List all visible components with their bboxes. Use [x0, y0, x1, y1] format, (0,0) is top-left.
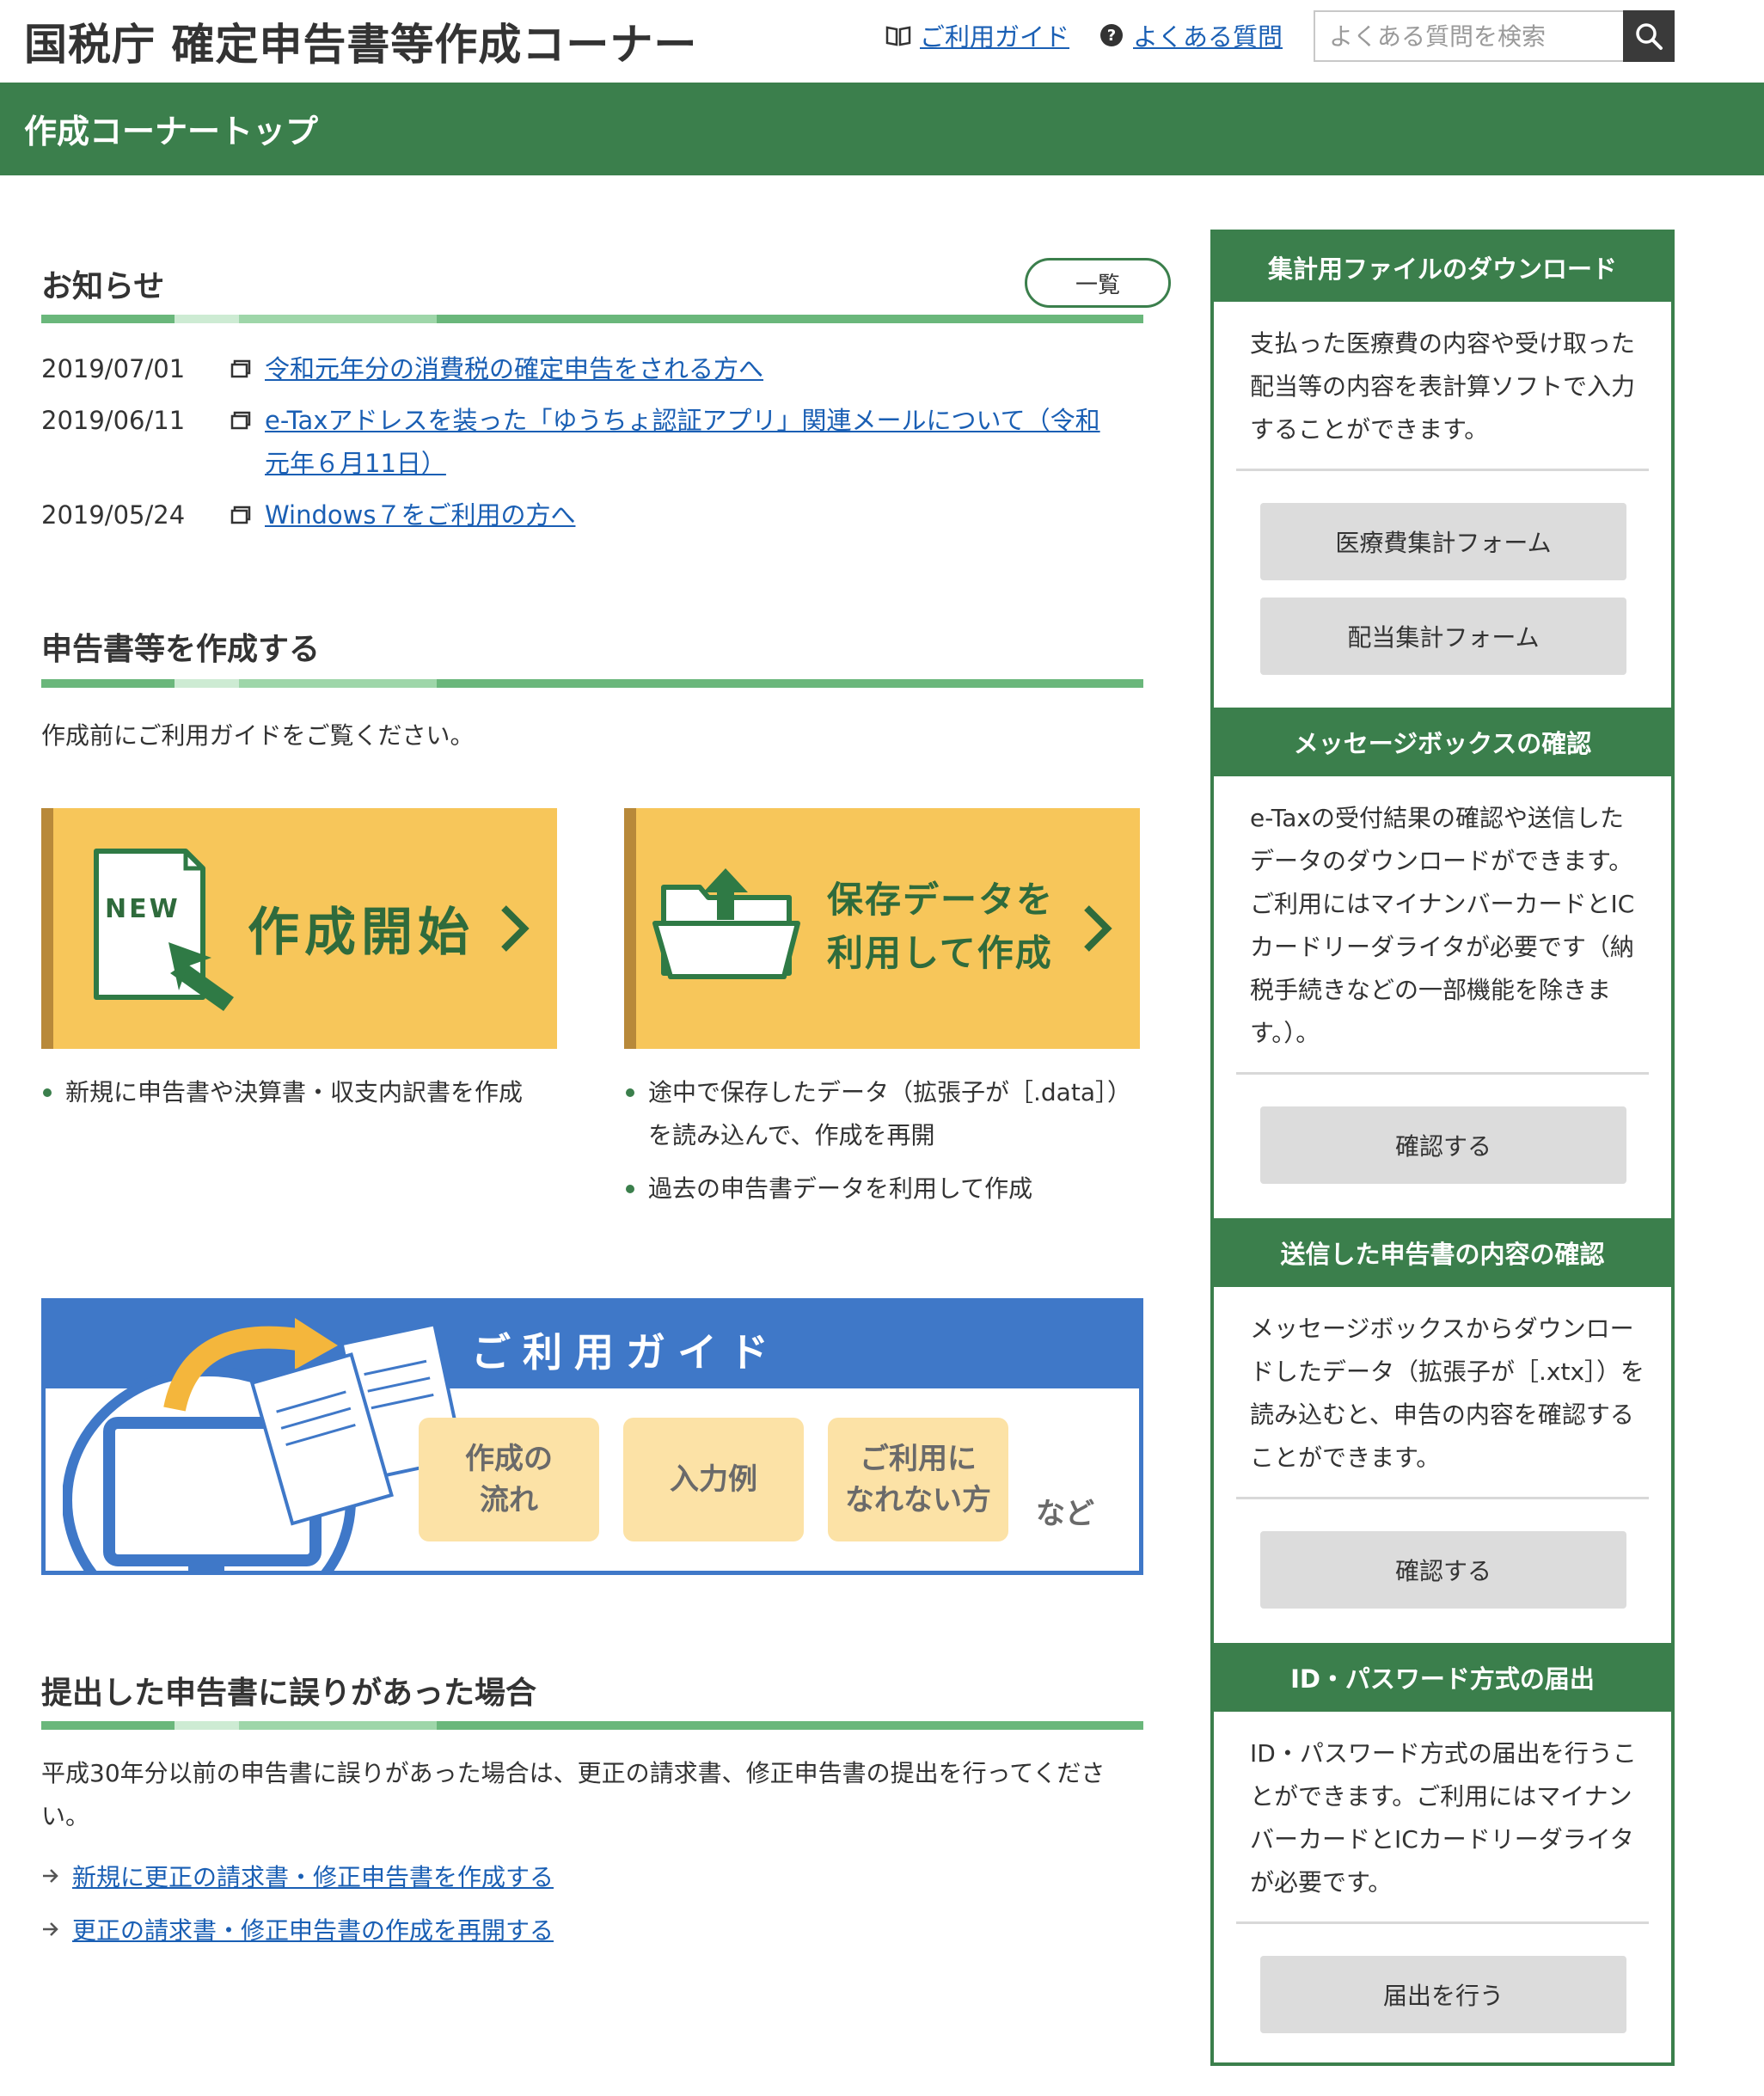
- new-document-icon: [94, 849, 234, 1011]
- sidebar-divider: [1236, 1497, 1649, 1499]
- faq-link[interactable]: ? よくある質問: [1099, 17, 1283, 53]
- section-divider: [41, 679, 1143, 688]
- news-item: 2019/07/01 令和元年分の消費税の確定申告をされる方へ: [41, 347, 1124, 390]
- saved-data-label: 保存データを 利用して作成: [827, 873, 1054, 980]
- arrow-right-icon: [43, 1869, 58, 1883]
- start-create-button[interactable]: NEW 作成開始: [41, 808, 557, 1049]
- saved-data-label-line1: 保存データを: [827, 879, 1055, 921]
- resume-correction-link[interactable]: 更正の請求書・修正申告書の作成を再開する: [41, 1912, 554, 1946]
- section-divider: [41, 1721, 1143, 1730]
- create-lead: 作成前にご利用ガイドをご覧ください。: [41, 721, 475, 750]
- sent-return-confirm-button[interactable]: 確認する: [1260, 1531, 1626, 1609]
- correction-text: 平成30年分以前の申告書に誤りがあった場合は、更正の請求書、修正申告書の提出を行…: [41, 1759, 1106, 1830]
- sidebar-heading-messagebox: メッセージボックスの確認: [1214, 708, 1671, 776]
- saved-bullets: 途中で保存したデータ（拡張子が［.data］）を読み込んで、作成を再開 過去の申…: [624, 1071, 1143, 1210]
- guide-link-label: ご利用ガイド: [920, 22, 1070, 52]
- saved-data-label-line2: 利用して作成: [827, 932, 1053, 974]
- guide-tile-beginners: ご利用に なれない方: [828, 1418, 1008, 1541]
- sidebar-heading-download: 集計用ファイルのダウンロード: [1214, 233, 1671, 302]
- guide-tile-line: なれない方: [845, 1483, 991, 1517]
- news-link[interactable]: 令和元年分の消費税の確定申告をされる方へ: [265, 347, 1124, 390]
- site-header: 国税庁 確定申告書等作成コーナー ご利用ガイド ? よくある質問: [0, 0, 1764, 83]
- sidebar-text: メッセージボックスからダウンロードしたデータ（拡張子が［.xtx］）を読み込むと…: [1250, 1315, 1645, 1472]
- arrow-right-icon: [43, 1922, 58, 1936]
- guide-tile-line: 流れ: [480, 1483, 538, 1517]
- sidebar-divider: [1236, 1921, 1649, 1924]
- news-link[interactable]: Windows７をご利用の方へ: [265, 493, 1124, 536]
- window-icon: [230, 347, 265, 390]
- guide-tile-line: ご利用に: [860, 1442, 977, 1476]
- sidebar: 集計用ファイルのダウンロード 支払った医療費の内容や受け取った配当等の内容を表計…: [1210, 230, 1675, 2066]
- svg-text:?: ?: [1107, 27, 1116, 45]
- sidebar-divider: [1236, 1072, 1649, 1075]
- faq-link-label: よくある質問: [1133, 22, 1283, 52]
- sidebar-text: ID・パスワード方式の届出を行うことができます。ご利用にはマイナンバーカードとI…: [1250, 1739, 1637, 1897]
- section-divider: [41, 315, 1143, 323]
- chevron-right-icon: [501, 905, 530, 952]
- news-date: 2019/06/11: [41, 406, 186, 435]
- news-item: 2019/05/24 Windows７をご利用の方へ: [41, 493, 1124, 536]
- news-list-button[interactable]: 一覧: [1025, 258, 1171, 308]
- create-title: 申告書等を作成する: [41, 632, 321, 667]
- guide-tile-line: 作成の: [465, 1442, 553, 1476]
- dividend-form-button[interactable]: 配当集計フォーム: [1260, 598, 1626, 675]
- question-icon: ?: [1099, 22, 1124, 48]
- window-icon: [230, 399, 265, 442]
- search-icon: [1636, 23, 1663, 50]
- chevron-right-icon: [1084, 905, 1112, 952]
- book-icon: [885, 22, 911, 48]
- guide-banner-title: ご利用ガイド: [471, 1329, 781, 1376]
- sidebar-text: e-Taxの受付結果の確認や送信したデータのダウンロードができます。ご利用にはマ…: [1250, 804, 1635, 1047]
- guide-link[interactable]: ご利用ガイド: [885, 17, 1069, 53]
- news-date: 2019/05/24: [41, 500, 186, 530]
- news-date: 2019/07/01: [41, 354, 186, 383]
- guide-tile-flow: 作成の 流れ: [419, 1418, 599, 1541]
- new-badge: NEW: [105, 894, 181, 924]
- news-title: お知らせ: [41, 269, 165, 304]
- saved-data-button[interactable]: 保存データを 利用して作成: [624, 808, 1140, 1049]
- resume-correction-label: 更正の請求書・修正申告書の作成を再開する: [72, 1916, 554, 1945]
- window-icon: [230, 493, 265, 536]
- faq-search: [1314, 10, 1675, 62]
- list-item: 途中で保存したデータ（拡張子が［.data］）を読み込んで、作成を再開: [624, 1071, 1143, 1157]
- search-button[interactable]: [1623, 10, 1675, 62]
- site-title[interactable]: 国税庁 確定申告書等作成コーナー: [24, 10, 697, 72]
- guide-banner[interactable]: ご利用ガイド 作成の流れ 入力例 ご利用になれない方 など: [41, 1298, 1143, 1575]
- folder-upload-icon: [652, 868, 800, 979]
- sidebar-heading-sent-return: 送信した申告書の内容の確認: [1214, 1218, 1671, 1287]
- sidebar-text: 支払った医療費の内容や受け取った配当等の内容を表計算ソフトで入力することができま…: [1250, 329, 1636, 444]
- id-password-submit-button[interactable]: 届出を行う: [1260, 1956, 1626, 2033]
- faq-search-input[interactable]: [1315, 12, 1623, 60]
- correction-title: 提出した申告書に誤りがあった場合: [41, 1676, 537, 1711]
- start-bullets: 新規に申告書や決算書・収支内訳書を作成: [41, 1071, 557, 1114]
- list-item: 過去の申告書データを利用して作成: [624, 1168, 1143, 1210]
- messagebox-confirm-button[interactable]: 確認する: [1260, 1106, 1626, 1184]
- medical-form-button[interactable]: 医療費集計フォーム: [1260, 503, 1626, 580]
- new-correction-link[interactable]: 新規に更正の請求書・修正申告書を作成する: [41, 1859, 554, 1893]
- sidebar-heading-id-password: ID・パスワード方式の届出: [1214, 1643, 1671, 1712]
- news-link[interactable]: e-Taxアドレスを装った「ゆうちょ認証アプリ」関連メールについて（令和元年６月…: [265, 399, 1107, 485]
- list-item: 新規に申告書や決算書・収支内訳書を作成: [41, 1071, 557, 1114]
- guide-tile-example: 入力例: [623, 1418, 804, 1541]
- guide-tile-line: 入力例: [670, 1462, 757, 1497]
- guide-etc: など: [1036, 1497, 1094, 1531]
- sidebar-divider: [1236, 469, 1649, 471]
- page-title: 作成コーナートップ: [24, 113, 319, 150]
- new-correction-label: 新規に更正の請求書・修正申告書を作成する: [72, 1863, 554, 1891]
- page-title-bar: 作成コーナートップ: [0, 83, 1764, 175]
- news-item: 2019/06/11 e-Taxアドレスを装った「ゆうちょ認証アプリ」関連メール…: [41, 399, 1107, 485]
- start-create-label: 作成開始: [248, 903, 475, 963]
